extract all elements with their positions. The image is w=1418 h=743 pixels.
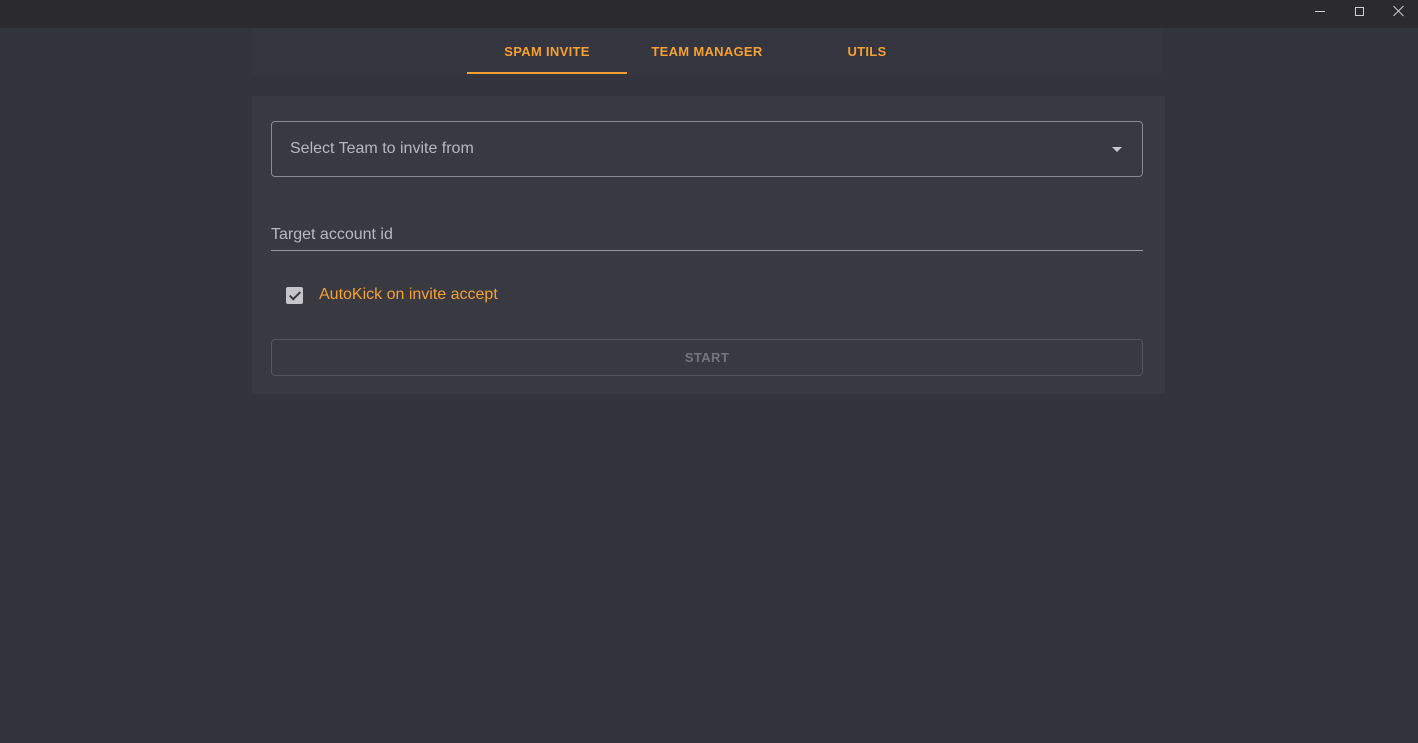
tab-bar: SPAM INVITE TEAM MANAGER UTILS	[252, 28, 1162, 76]
maximize-icon	[1354, 6, 1364, 16]
minimize-icon	[1315, 10, 1325, 12]
autokick-label: AutoKick on invite accept	[319, 286, 498, 303]
caret-down-icon	[1112, 147, 1122, 152]
tab-spam-invite[interactable]: SPAM INVITE	[467, 28, 627, 75]
active-tab-indicator	[467, 72, 627, 74]
tab-team-manager[interactable]: TEAM MANAGER	[627, 28, 787, 75]
autokick-checkbox[interactable]	[286, 286, 303, 304]
start-button[interactable]: START	[271, 339, 1143, 376]
maximize-button[interactable]	[1339, 0, 1379, 22]
autokick-option[interactable]: AutoKick on invite accept	[286, 284, 498, 306]
spam-invite-panel: Select Team to invite from AutoKick on i…	[252, 96, 1165, 394]
team-select-placeholder: Select Team to invite from	[290, 140, 474, 157]
title-bar	[0, 0, 1418, 28]
close-icon	[1393, 5, 1405, 17]
tab-utils[interactable]: UTILS	[787, 28, 947, 75]
close-button[interactable]	[1379, 0, 1418, 22]
target-account-field	[271, 220, 1143, 251]
target-account-input[interactable]	[271, 220, 1143, 250]
minimize-button[interactable]	[1300, 0, 1340, 22]
team-select[interactable]: Select Team to invite from	[271, 121, 1143, 177]
